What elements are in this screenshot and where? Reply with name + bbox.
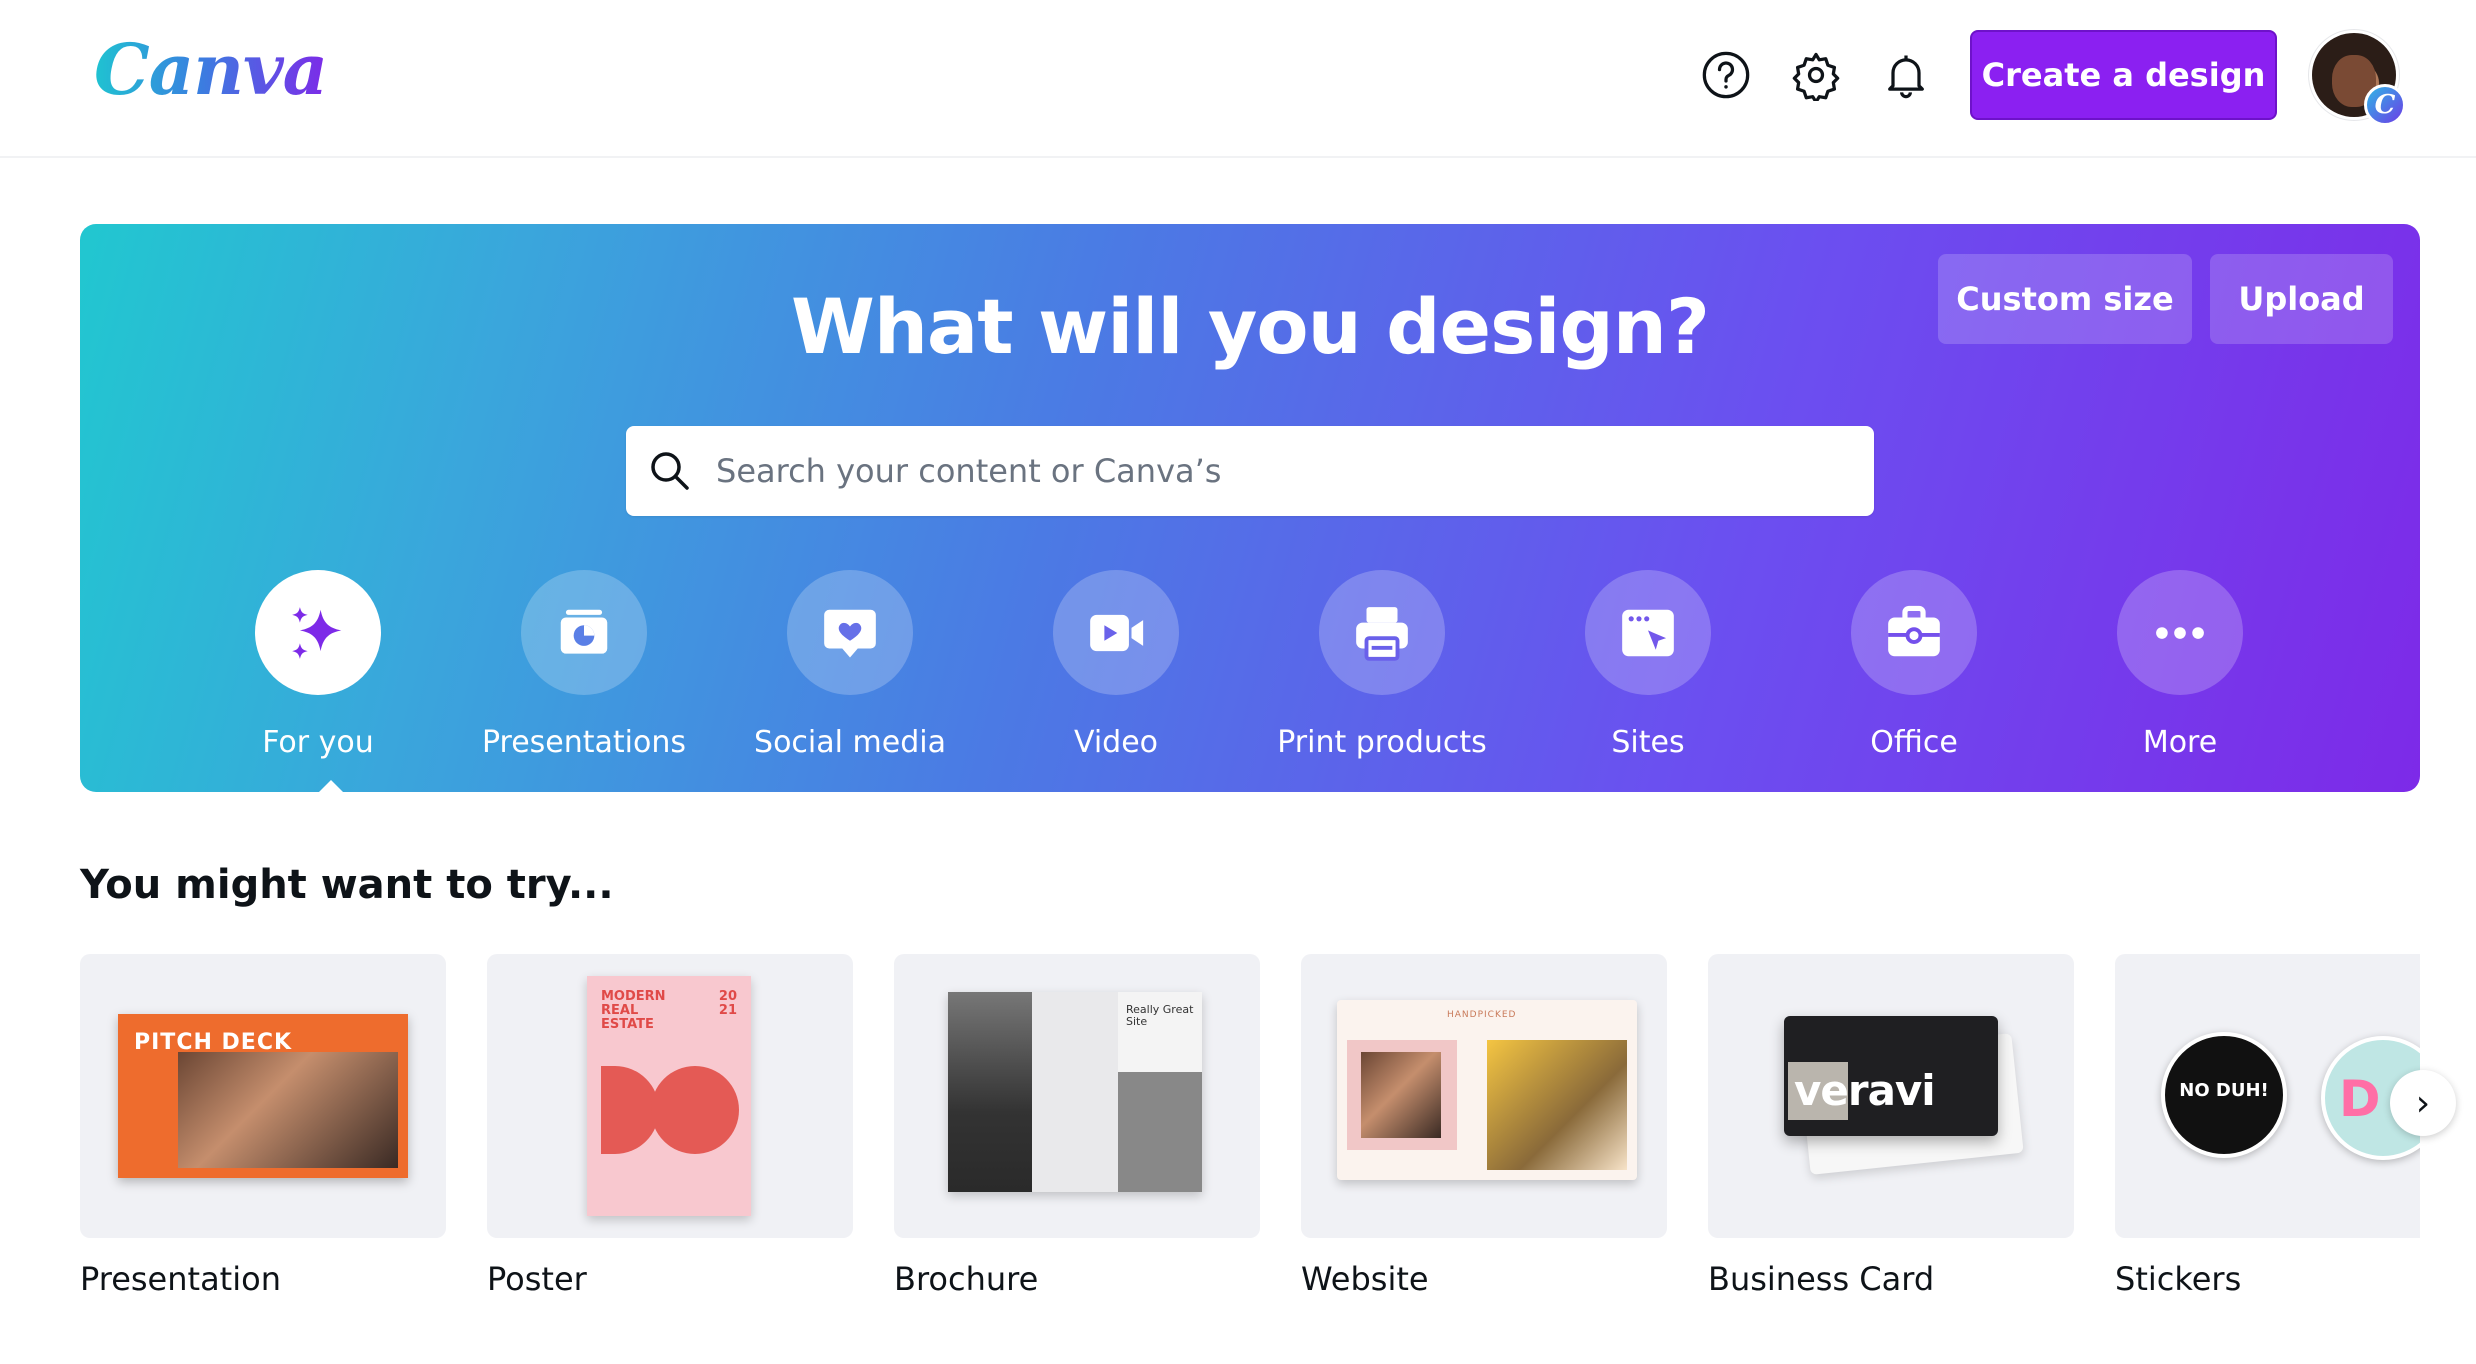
card-stickers[interactable]: NO DUH! D Stickers [2115,954,2420,1298]
sticker-glyph: D [2339,1070,2381,1128]
card-label: Website [1301,1260,1429,1298]
presentation-art-title: PITCH DECK [134,1030,293,1055]
card-label: Business Card [1708,1260,1935,1298]
category-circle [1319,570,1445,695]
brochure-panel [948,992,1032,1192]
presentation-icon [560,609,608,654]
canva-logo[interactable]: Canva [94,28,328,111]
card-label: Stickers [2115,1260,2242,1298]
category-circle [255,570,381,695]
suggestion-carousel: PITCH DECK Presentation MODERN REAL ESTA… [80,954,2420,1314]
search-icon [651,452,689,490]
category-circle [2117,570,2243,695]
category-presentations[interactable]: Presentations [464,570,704,760]
category-label: For you [262,725,374,760]
category-label: Video [1073,725,1159,760]
category-video[interactable]: Video [996,570,1236,760]
cursor-window-icon [1622,609,1674,656]
card-poster[interactable]: MODERN REAL ESTATE 20 21 Poster [487,954,853,1298]
category-more[interactable]: More [2060,570,2300,760]
card-brochure[interactable]: Really Great Site Brochure [894,954,1260,1298]
website-art: HANDPICKED [1337,1000,1637,1180]
section-title: You might want to try... [80,862,614,908]
card-thumbnail: Really Great Site [894,954,1260,1238]
help-icon[interactable] [1698,47,1754,103]
category-label: Sites [1611,725,1685,760]
active-caret [317,780,345,794]
card-website[interactable]: HANDPICKED Website [1301,954,1667,1298]
poster-art-year: 20 21 [718,989,737,1018]
card-business-card[interactable]: veravi Business Card [1708,954,2074,1298]
website-flowers [1487,1040,1627,1170]
presentation-photo [178,1052,398,1168]
presentation-art: PITCH DECK [118,1014,408,1178]
card-thumbnail: NO DUH! D [2115,954,2420,1238]
briefcase-icon [1888,605,1940,656]
search-bar[interactable] [626,426,1874,516]
poster-shape [651,1066,739,1154]
category-circle [787,570,913,695]
category-label: More [2142,725,2218,760]
business-card-word: veravi [1794,1066,1936,1115]
card-label: Poster [487,1260,587,1298]
upload-button[interactable]: Upload [2210,254,2393,344]
category-office[interactable]: Office [1794,570,2034,760]
card-label: Brochure [894,1260,1039,1298]
sparkle-icon [292,606,342,659]
website-photo [1361,1052,1441,1138]
category-sites[interactable]: Sites [1528,570,1768,760]
brochure-panel: Really Great Site [1118,992,1202,1192]
category-label: Social media [754,725,946,760]
sticker-text: NO DUH! [2179,1080,2269,1101]
card-thumbnail: PITCH DECK [80,954,446,1238]
card-presentation[interactable]: PITCH DECK Presentation [80,954,446,1298]
bell-icon[interactable] [1878,47,1934,103]
create-design-button[interactable]: Create a design [1970,30,2277,120]
category-label: Print products [1277,725,1487,760]
website-art-title: HANDPICKED [1447,1010,1517,1020]
brochure-art-title: Really Great Site [1126,1003,1194,1028]
top-header: Canva Create a design C [0,0,2476,158]
card-label: Presentation [80,1260,281,1298]
category-label: Office [1870,725,1958,760]
card-thumbnail: veravi [1708,954,2074,1238]
printer-icon [1356,606,1408,661]
poster-art-title: MODERN REAL ESTATE [601,989,666,1032]
video-camera-icon [1090,614,1144,651]
custom-size-button[interactable]: Custom size [1938,254,2192,344]
search-input[interactable] [716,452,1836,490]
category-circle [1851,570,1977,695]
hero-banner: What will you design? Custom size Upload… [80,224,2420,794]
poster-art: MODERN REAL ESTATE 20 21 [587,976,751,1216]
brochure-art: Really Great Site [948,992,1202,1192]
settings-icon[interactable] [1788,47,1844,103]
chevron-right-icon[interactable]: › [2390,1070,2456,1136]
heart-chat-icon [824,609,876,658]
category-circle [1585,570,1711,695]
category-label: Presentations [481,725,687,760]
category-circle [521,570,647,695]
category-circle [1053,570,1179,695]
team-badge: C [2364,84,2406,126]
card-thumbnail: MODERN REAL ESTATE 20 21 [487,954,853,1238]
card-thumbnail: HANDPICKED [1301,954,1667,1238]
sticker-no-duh: NO DUH! [2161,1032,2287,1158]
category-for-you[interactable]: For you [198,570,438,760]
category-print-products[interactable]: Print products [1262,570,1502,760]
more-dots-icon [2156,626,2204,639]
business-card-front: veravi [1784,1016,1998,1136]
category-social-media[interactable]: Social media [730,570,970,760]
